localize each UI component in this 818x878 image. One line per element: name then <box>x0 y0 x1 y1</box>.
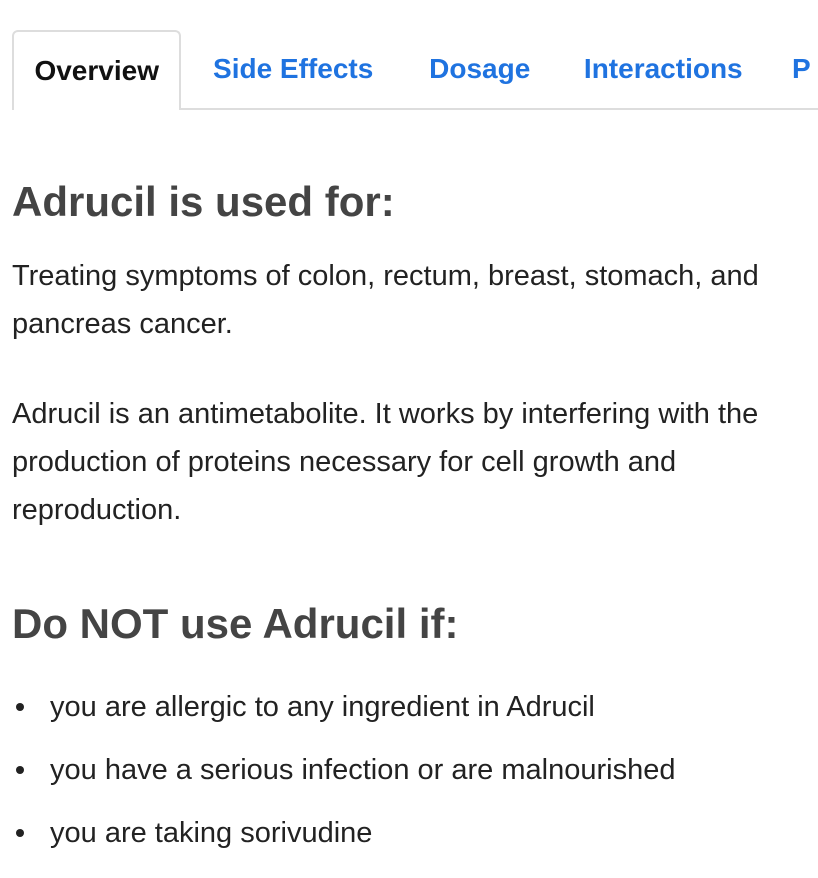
list-item-text: you have a serious infection or are maln… <box>50 754 676 786</box>
list-item-text: you are allergic to any ingredient in Ad… <box>50 691 595 723</box>
bullet-icon <box>16 829 24 837</box>
bullet-icon <box>16 703 24 711</box>
tab-interactions[interactable]: Interactions <box>555 30 772 108</box>
tab-side-effects[interactable]: Side Effects <box>181 30 404 108</box>
list-item-text: you are taking sorivudine <box>50 817 373 849</box>
used-for-heading: Adrucil is used for: <box>12 178 395 225</box>
list-item: you are allergic to any ingredient in Ad… <box>12 676 812 739</box>
drug-info-page: Overview Side Effects Dosage Interaction… <box>0 0 818 878</box>
mechanism-paragraph: Adrucil is an antimetabolite. It works b… <box>12 398 759 526</box>
tab-partial[interactable]: P <box>772 30 818 108</box>
used-for-paragraph: Treating symptoms of colon, rectum, brea… <box>12 260 759 340</box>
tab-overview[interactable]: Overview <box>12 30 182 110</box>
list-item: you have a serious infection or are maln… <box>12 739 812 802</box>
contraindications-list: you are allergic to any ingredient in Ad… <box>12 676 812 865</box>
do-not-use-heading: Do NOT use Adrucil if: <box>12 600 459 647</box>
tab-bar: Overview Side Effects Dosage Interaction… <box>12 30 818 110</box>
list-item: you are taking sorivudine <box>12 802 812 865</box>
tab-dosage[interactable]: Dosage <box>405 30 555 108</box>
bullet-icon <box>16 766 24 774</box>
